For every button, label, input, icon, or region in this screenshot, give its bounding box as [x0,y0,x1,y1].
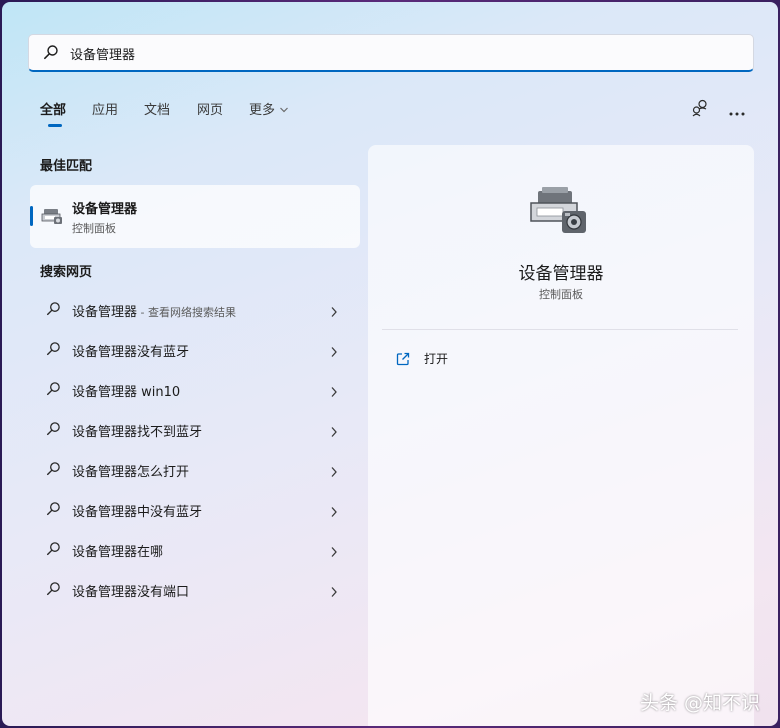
search-icon [46,541,61,560]
web-search-heading: 搜索网页 [40,265,93,280]
tab-more-label: 更多 [249,103,276,118]
web-suggestion-item[interactable]: 设备管理器找不到蓝牙 [30,409,360,449]
web-suggestion-label: 设备管理器在哪 [72,545,164,560]
search-icon [46,461,61,480]
watermark: 头条 @知不识 [640,692,761,714]
result-detail-pane: 设备管理器 控制面板 打开 [368,145,754,726]
web-suggestion-label: 设备管理器怎么打开 [72,465,190,480]
chevron-right-icon [330,423,338,442]
tab-web[interactable]: 网页 [197,99,223,118]
best-match-result[interactable]: 设备管理器 控制面板 [30,185,360,248]
web-suggestion-label: 设备管理器没有端口 [72,585,190,600]
open-external-icon [396,351,410,370]
web-suggestion-list: 设备管理器 - 查看网络搜索结果 设备管理器没有蓝牙 设备管理器 win10 设… [30,289,360,609]
chevron-right-icon [330,463,338,482]
search-query[interactable]: 设备管理器 [70,44,135,63]
device-manager-icon [528,185,588,241]
active-tab-indicator [48,124,62,127]
search-icon [46,301,61,320]
open-button[interactable]: 打开 [396,349,516,369]
web-suggestion-item[interactable]: 设备管理器中没有蓝牙 [30,489,360,529]
search-icon [46,581,61,600]
web-suggestion-item[interactable]: 设备管理器没有端口 [30,569,360,609]
web-suggestion-label: 设备管理器 win10 [72,385,181,400]
web-suggestion-label: 设备管理器没有蓝牙 [72,345,190,360]
tab-apps[interactable]: 应用 [92,99,118,118]
detail-subtitle: 控制面板 [539,288,583,301]
best-match-heading: 最佳匹配 [40,159,93,174]
device-manager-icon [41,206,63,230]
tab-documents[interactable]: 文档 [144,99,170,118]
best-match-title: 设备管理器 [72,202,138,217]
search-icon [46,381,61,400]
web-suggestion-item[interactable]: 设备管理器在哪 [30,529,360,569]
search-icon [46,341,61,360]
web-suggestion-item[interactable]: 设备管理器 win10 [30,369,360,409]
search-icon [46,501,61,520]
search-icon [43,44,59,64]
account-switch-icon[interactable] [690,98,710,122]
open-label: 打开 [424,352,449,366]
chevron-right-icon [330,343,338,362]
web-suggestion-label: 设备管理器中没有蓝牙 [72,505,203,520]
chevron-right-icon [330,383,338,402]
chevron-down-icon [279,103,289,118]
web-suggestion-label: 设备管理器 - 查看网络搜索结果 [72,305,236,320]
search-panel: 设备管理器 全部 应用 文档 网页 更多 最佳匹配 设备管理器 控制面板 搜索网… [2,2,778,726]
divider [382,329,738,330]
tab-all[interactable]: 全部 [40,99,66,118]
chevron-right-icon [330,503,338,522]
web-suggestion-item[interactable]: 设备管理器没有蓝牙 [30,329,360,369]
search-input[interactable]: 设备管理器 [28,34,754,72]
best-match-subtitle: 控制面板 [72,222,116,235]
selection-accent [30,206,33,226]
chevron-right-icon [330,543,338,562]
chevron-right-icon [330,303,338,322]
tab-more[interactable]: 更多 [249,99,289,118]
chevron-right-icon [330,583,338,602]
detail-title: 设备管理器 [518,264,604,284]
more-options-icon[interactable] [728,102,746,121]
web-suggestion-label: 设备管理器找不到蓝牙 [72,425,203,440]
web-suggestion-item[interactable]: 设备管理器 - 查看网络搜索结果 [30,289,360,329]
web-suggestion-item[interactable]: 设备管理器怎么打开 [30,449,360,489]
search-icon [46,421,61,440]
